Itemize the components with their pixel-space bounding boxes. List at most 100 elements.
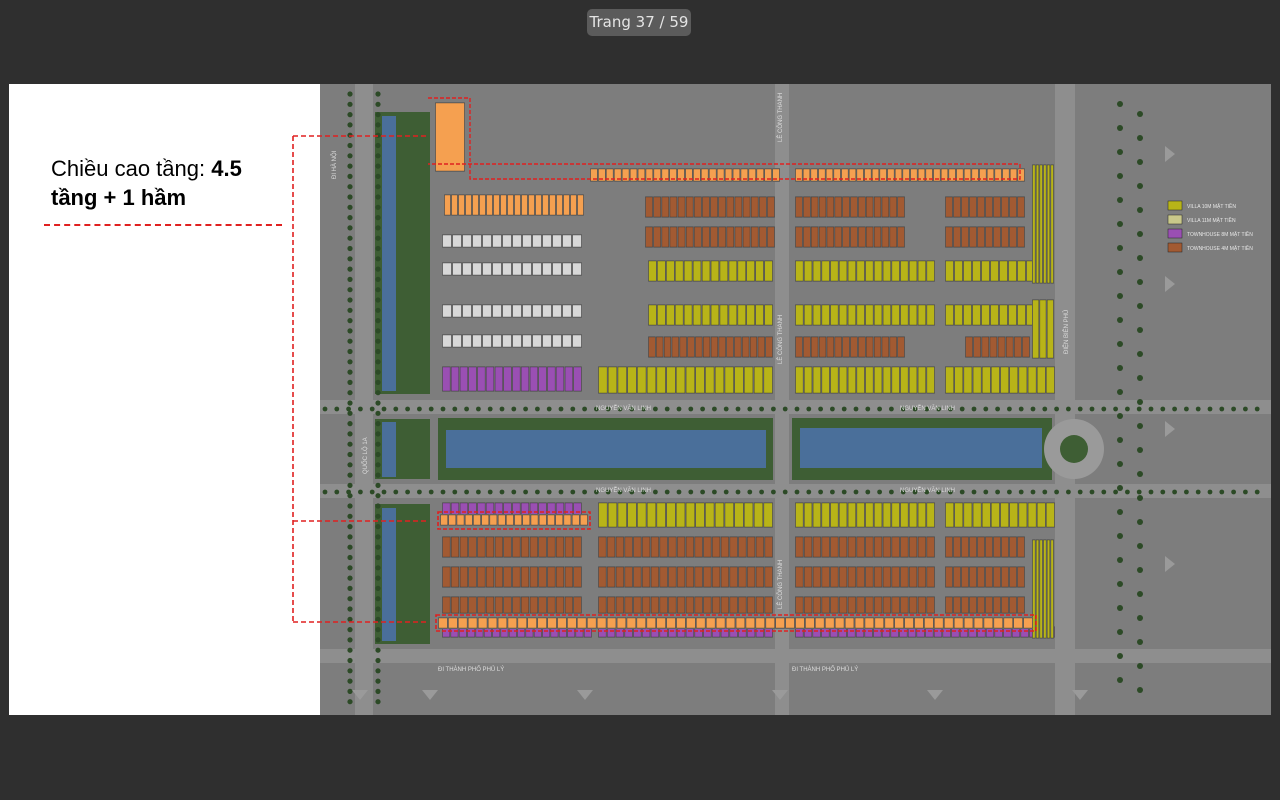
caption-prefix: Chiều cao tầng: [51, 156, 212, 181]
row-se-brown-6-unit [1017, 596, 1025, 614]
tree [1007, 406, 1012, 412]
row-c-brown-1-unit [645, 196, 653, 218]
row-e-villa-1-unit [804, 260, 813, 282]
row-sc-brown-3-unit [677, 596, 686, 614]
row-e-villa-1-unit [839, 260, 848, 282]
tree [1066, 489, 1071, 495]
row-se-brown-6-unit [1009, 596, 1017, 614]
road-vertical-west [355, 84, 373, 715]
tree [759, 406, 764, 412]
row-south-orange-highlight-unit [527, 617, 537, 629]
row-sc-brown-3-unit [720, 596, 729, 614]
tree [653, 406, 658, 412]
row-e-brown-1-unit [819, 196, 827, 218]
row-c-villa-3-unit [637, 366, 647, 394]
tree [375, 627, 381, 633]
row-e-villa-4-unit [954, 304, 963, 326]
row-south-orange-highlight-unit [745, 617, 755, 629]
row-se-brown-4-unit [985, 536, 993, 558]
row-c-brown-2-unit [661, 226, 669, 248]
row-e-brown-4-unit [961, 226, 969, 248]
row-c-villa-2-unit [684, 304, 693, 326]
tree [375, 338, 381, 344]
row-e-villa-5-unit [847, 366, 856, 394]
row-e-villa-col-1-unit [1043, 164, 1047, 284]
row-e-villa-6-unit [963, 366, 973, 394]
row-e-brown-2-unit [866, 226, 874, 248]
row-south-orange-highlight-unit [487, 617, 498, 629]
row-w-gray-4-unit [562, 334, 572, 348]
row-e-villa-3-unit [795, 304, 804, 326]
tree [346, 489, 351, 495]
row-sw-brown-1-unit [547, 536, 556, 558]
tree [375, 348, 381, 355]
tree [347, 276, 353, 282]
row-n1-unit [577, 194, 584, 216]
tree [393, 406, 399, 412]
tree [1137, 351, 1143, 357]
row-se-brown-6-unit [977, 596, 985, 614]
row-w-gray-3-unit [482, 304, 492, 318]
block-nw-corner-unit [435, 102, 465, 172]
row-w-gray-1-unit [512, 234, 522, 248]
row-sw-brown-1-unit [564, 536, 573, 558]
tree [1117, 101, 1123, 107]
row-se-villa-2-unit [1046, 502, 1055, 528]
tree [347, 359, 353, 365]
tree [959, 489, 965, 495]
row-e-brown-3-unit [1017, 196, 1025, 218]
row-c-brown-2-unit [718, 226, 726, 248]
tree [700, 489, 705, 495]
row-w-purple-unit [556, 366, 565, 392]
tree [1117, 125, 1123, 131]
row-w-gray-1-unit [542, 234, 552, 248]
tree [499, 489, 505, 495]
row-e-brown-5-unit [842, 336, 850, 358]
row-c-villa-3-unit [656, 366, 666, 394]
row-n1-unit [493, 194, 500, 216]
row-n1-unit [570, 194, 577, 216]
row-n1-unit [472, 194, 479, 216]
row-se-brown-3-unit [804, 596, 813, 614]
row-e-brown-1-unit [889, 196, 897, 218]
row-sc-brown-3-unit [712, 596, 721, 614]
row-south-orange-highlight-unit [458, 617, 468, 629]
tree [375, 173, 381, 179]
row-e-brown-3-unit [985, 196, 993, 218]
row-e-villa-1-unit [795, 260, 804, 282]
tree [735, 406, 741, 412]
row-e-brown-1-unit [850, 196, 858, 218]
row-south-orange-highlight-unit [1003, 617, 1013, 629]
row-sw-orange-highlight-unit [489, 514, 498, 526]
tree [375, 524, 381, 530]
row-w-purple-unit [477, 366, 486, 392]
tree [1172, 406, 1177, 412]
tree [676, 489, 682, 495]
row-e-brown-1-unit [842, 196, 850, 218]
tree [1219, 489, 1225, 495]
tree [1089, 406, 1095, 412]
row-sc-villa-unit [676, 502, 686, 528]
row-e-villa-3-unit [882, 304, 891, 326]
row-e-villa-1-unit [926, 260, 935, 282]
row-c-villa-3-unit [647, 366, 656, 394]
tree [375, 369, 381, 375]
row-se-brown-2-unit [839, 566, 848, 588]
tree [369, 406, 375, 412]
tree [375, 204, 381, 210]
tree [375, 493, 381, 499]
tree [1137, 639, 1143, 645]
row-e-brown-5-unit [811, 336, 819, 358]
row-sc-brown-3-unit [764, 596, 773, 614]
row-c-villa-2-unit [710, 304, 720, 326]
row-south-orange-highlight-unit [954, 617, 964, 629]
tree [1042, 406, 1048, 412]
row-w-gray-1-unit [502, 234, 512, 248]
row-se-brown-2-unit [856, 566, 865, 588]
tree [1184, 406, 1189, 412]
row-c-villa-2-unit [755, 304, 764, 326]
tree [1160, 406, 1166, 412]
row-e-brown-2-unit [874, 226, 882, 248]
row-se-villa-col-unit [1050, 539, 1054, 639]
row-se-brown-6-unit [985, 596, 993, 614]
